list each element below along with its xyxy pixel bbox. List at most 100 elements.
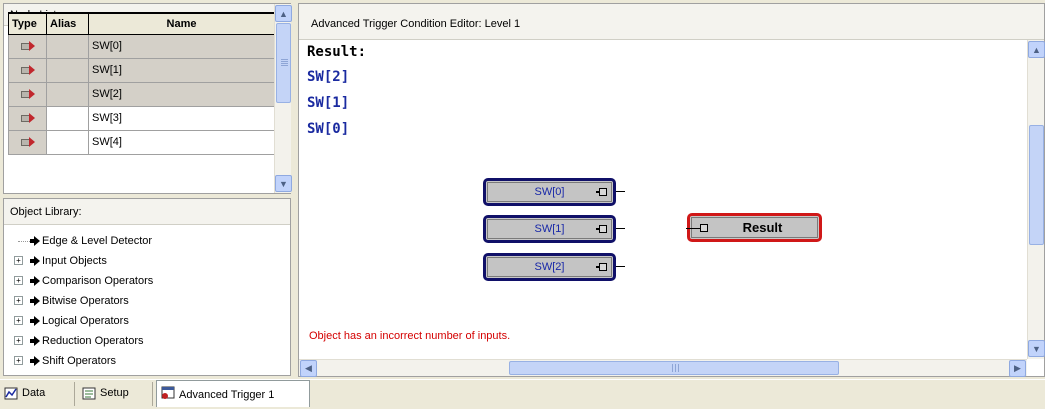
table-row[interactable]: SW[3] xyxy=(8,105,274,131)
advanced-trigger-icon xyxy=(161,386,175,399)
node-sw0[interactable]: SW[0] xyxy=(483,178,625,206)
alias-cell xyxy=(46,81,89,107)
name-cell: SW[3] xyxy=(88,105,274,131)
arrow-right-icon xyxy=(30,336,40,346)
type-cell xyxy=(8,57,47,83)
tree-item-label: Edge & Level Detector xyxy=(42,235,153,247)
scroll-thumb[interactable] xyxy=(509,361,839,375)
scroll-up-button[interactable]: ▲ xyxy=(1028,41,1045,58)
object-library-tree: Edge & Level Detector + Input Objects + … xyxy=(12,231,153,371)
output-port-icon[interactable] xyxy=(596,263,607,271)
error-message: Object has an incorrect number of inputs… xyxy=(309,330,511,342)
expand-icon[interactable]: + xyxy=(14,256,23,265)
tree-item-shift-operators[interactable]: + Shift Operators xyxy=(12,351,153,371)
input-wire xyxy=(686,228,700,229)
scroll-up-button[interactable]: ▲ xyxy=(275,5,292,22)
name-cell: SW[2] xyxy=(88,81,274,107)
node-table: Type Alias Name SW[0] SW[1] SW[2] SW[3] … xyxy=(8,12,274,155)
node-list-panel: Node List: Type Alias Name SW[0] xyxy=(3,3,292,194)
node-sw1[interactable]: SW[1] xyxy=(483,215,625,243)
input-port-icon[interactable] xyxy=(700,224,708,232)
tab-data[interactable]: Data xyxy=(0,382,75,406)
tree-item-label: Reduction Operators xyxy=(42,335,144,347)
input-pin-icon xyxy=(20,112,36,124)
alias-cell xyxy=(46,129,89,155)
type-cell xyxy=(8,33,47,59)
tree-item-reduction-operators[interactable]: + Reduction Operators xyxy=(12,331,153,351)
output-wire xyxy=(616,228,625,229)
setup-icon xyxy=(82,387,96,400)
alias-cell xyxy=(46,105,89,131)
node-label: SW[0] xyxy=(487,182,612,202)
expand-icon[interactable]: + xyxy=(14,296,23,305)
result-line: SW[1] xyxy=(307,95,350,111)
alias-cell xyxy=(46,33,89,59)
node-table-container: Type Alias Name SW[0] SW[1] SW[2] SW[3] … xyxy=(8,12,274,167)
output-wire xyxy=(616,191,625,192)
arrow-right-icon xyxy=(30,236,40,246)
tree-item-label: Logical Operators xyxy=(42,315,129,327)
tree-item-label: Shift Operators xyxy=(42,355,116,367)
expand-icon[interactable]: + xyxy=(14,316,23,325)
arrow-right-icon xyxy=(30,356,40,366)
table-row[interactable]: SW[2] xyxy=(8,81,274,107)
node-label: SW[2] xyxy=(487,257,612,277)
scroll-thumb[interactable] xyxy=(1029,125,1044,245)
expand-icon[interactable]: + xyxy=(14,336,23,345)
node-table-header-row: Type Alias Name xyxy=(8,12,274,35)
node-list-scrollbar[interactable]: ▲ ▼ xyxy=(274,4,292,193)
arrow-right-icon xyxy=(30,296,40,306)
name-cell: SW[4] xyxy=(88,129,274,155)
column-header-alias[interactable]: Alias xyxy=(46,12,89,35)
tree-item-logical-operators[interactable]: + Logical Operators xyxy=(12,311,153,331)
editor-title: Advanced Trigger Condition Editor: Level… xyxy=(299,4,1044,40)
tree-item-label: Input Objects xyxy=(42,255,107,267)
editor-vertical-scrollbar[interactable]: ▲ ▼ xyxy=(1027,40,1045,359)
tab-advanced-trigger-1[interactable]: Advanced Trigger 1 xyxy=(156,380,310,407)
arrow-right-icon xyxy=(30,316,40,326)
input-pin-icon xyxy=(20,40,36,52)
input-pin-icon xyxy=(20,136,36,148)
object-library-panel: Object Library: Edge & Level Detector + … xyxy=(3,198,291,376)
scroll-left-button[interactable]: ◀ xyxy=(300,360,317,377)
table-row[interactable]: SW[1] xyxy=(8,57,274,83)
editor-horizontal-scrollbar[interactable]: ◀ ▶ xyxy=(299,359,1027,377)
tree-item-edge-level-detector[interactable]: Edge & Level Detector xyxy=(12,231,153,251)
expand-icon[interactable]: + xyxy=(14,356,23,365)
tab-setup[interactable]: Setup xyxy=(78,382,153,406)
output-wire xyxy=(616,266,625,267)
input-pin-icon xyxy=(20,64,36,76)
tab-label: Setup xyxy=(100,387,129,399)
left-pane: Node List: Type Alias Name SW[0] xyxy=(0,0,295,377)
name-cell: SW[0] xyxy=(88,33,274,59)
alias-cell xyxy=(46,57,89,83)
trigger-condition-editor: Advanced Trigger Condition Editor: Level… xyxy=(298,3,1045,377)
input-pin-icon xyxy=(20,88,36,100)
tree-item-bitwise-operators[interactable]: + Bitwise Operators xyxy=(12,291,153,311)
output-port-icon[interactable] xyxy=(596,188,607,196)
tree-item-label: Comparison Operators xyxy=(42,275,154,287)
table-row[interactable]: SW[4] xyxy=(8,129,274,155)
object-library-header: Object Library: xyxy=(4,199,290,225)
result-label: Result: xyxy=(307,44,367,60)
tab-label: Data xyxy=(22,387,46,399)
tree-item-input-objects[interactable]: + Input Objects xyxy=(12,251,153,271)
output-port-icon[interactable] xyxy=(596,225,607,233)
result-node-label: Result xyxy=(691,217,818,238)
result-node[interactable]: Result xyxy=(686,213,822,242)
column-header-type[interactable]: Type xyxy=(8,12,47,35)
expand-icon[interactable]: + xyxy=(14,276,23,285)
table-row[interactable]: SW[0] xyxy=(8,33,274,59)
node-label: SW[1] xyxy=(487,219,612,239)
type-cell xyxy=(8,105,47,131)
scroll-thumb[interactable] xyxy=(276,23,291,103)
node-sw2[interactable]: SW[2] xyxy=(483,253,625,281)
tree-item-comparison-operators[interactable]: + Comparison Operators xyxy=(12,271,153,291)
scroll-right-button[interactable]: ▶ xyxy=(1009,360,1026,377)
scroll-down-button[interactable]: ▼ xyxy=(275,175,292,192)
arrow-right-icon xyxy=(30,256,40,266)
result-line: SW[0] xyxy=(307,121,350,137)
scroll-down-button[interactable]: ▼ xyxy=(1028,340,1045,357)
tab-label: Advanced Trigger 1 xyxy=(179,389,275,401)
column-header-name[interactable]: Name xyxy=(88,12,274,35)
